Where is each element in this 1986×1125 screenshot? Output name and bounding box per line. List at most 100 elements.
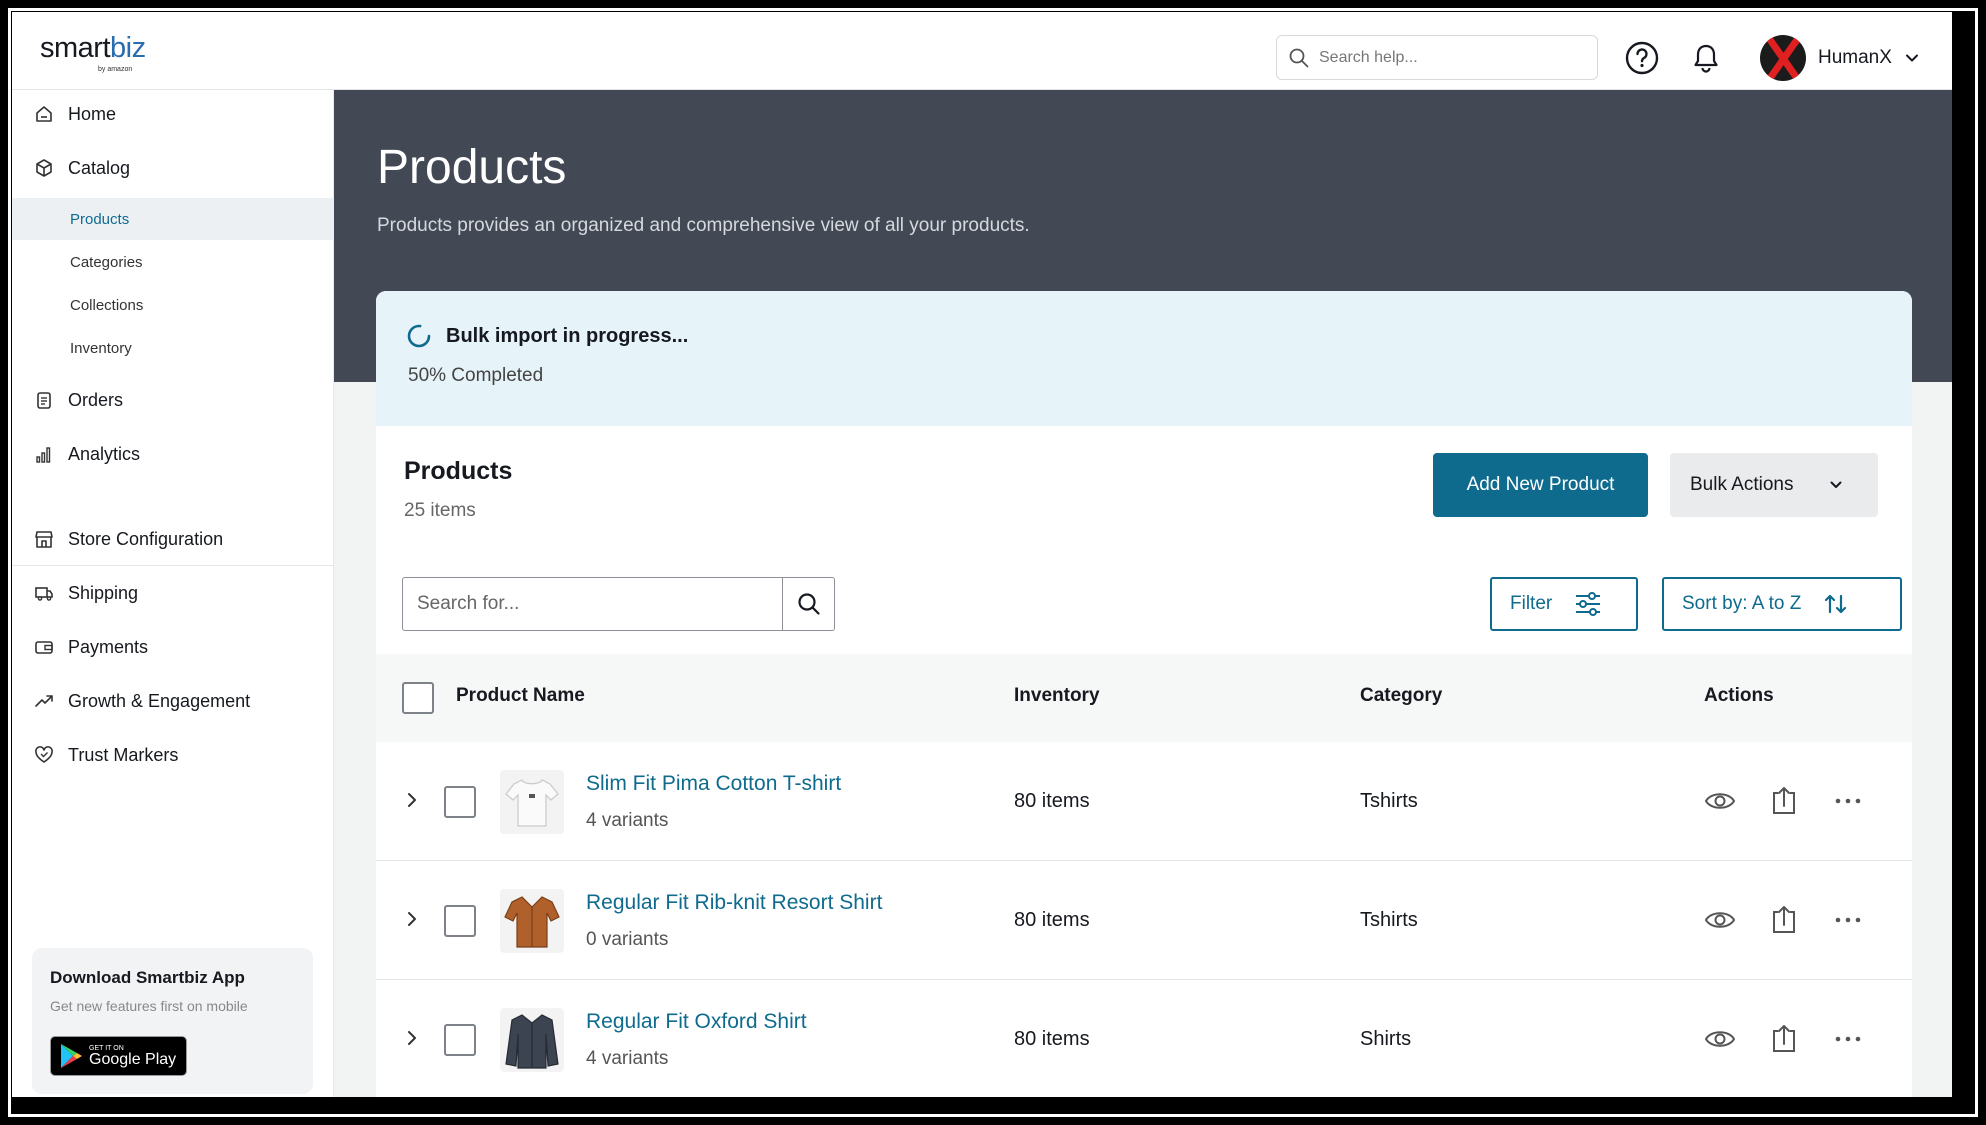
eye-icon[interactable] [1703,784,1737,818]
sidebar-item-analytics[interactable]: Analytics [12,433,334,475]
sidebar-item-label: Payments [68,636,149,657]
sidebar-item-trust-markers[interactable]: Trust Markers [12,734,334,776]
page-title: Products [377,141,567,194]
product-thumbnail [500,889,564,953]
product-inventory: 80 items [1014,1028,1090,1050]
product-category: Shirts [1360,1028,1412,1050]
sidebar-item-shipping[interactable]: Shipping [12,572,334,614]
product-category: Tshirts [1360,790,1418,812]
product-inventory: 80 items [1014,909,1090,931]
sidebar-subitem-categories[interactable]: Categories [12,241,334,283]
user-name: HumanX [1818,47,1892,68]
wallet-icon [35,641,53,654]
table-row: Regular Fit Rib-knit Resort Shirt 0 vari… [376,861,1912,980]
product-name-link[interactable]: Slim Fit Pima Cotton T-shirt [586,772,841,796]
column-header-inventory[interactable]: Inventory [1014,685,1100,707]
export-icon[interactable] [1767,1022,1801,1056]
app-card-subtitle: Get new features first on mobile [50,998,248,1014]
bulk-actions-button[interactable]: Bulk Actions [1670,453,1878,517]
section-title: Products [404,457,513,485]
user-menu[interactable]: HumanX [1760,34,1920,82]
table-row: Slim Fit Pima Cotton T-shirt 4 variants … [376,742,1912,861]
add-new-product-button[interactable]: Add New Product [1433,453,1648,517]
trending-up-icon [35,695,53,707]
product-variants: 4 variants [586,810,669,831]
filter-button[interactable]: Filter [1490,577,1638,631]
sidebar-subitem-products[interactable]: Products [12,198,334,240]
sidebar-item-orders[interactable]: Orders [12,379,334,421]
app-card-title: Download Smartbiz App [50,968,245,987]
export-icon[interactable] [1767,903,1801,937]
search-button[interactable] [782,578,834,630]
box-icon [36,159,52,177]
bar-chart-icon [36,447,51,463]
sidebar-item-label: Home [68,103,117,124]
navy-shirt-image [505,1014,559,1069]
search-icon [797,593,820,615]
avatar [1760,35,1806,81]
sidebar-item-growth-engagement[interactable]: Growth & Engagement [12,680,334,722]
sidebar-item-home[interactable]: Home [12,93,334,135]
chevron-right-icon[interactable] [404,909,420,929]
product-thumbnail [500,770,564,834]
google-play-big-text: Google Play [89,1050,177,1068]
sidebar-item-label: Store Configuration [68,528,224,549]
smartbiz-logo[interactable]: smartbiz by amazon [40,32,146,73]
product-search-input[interactable] [403,578,782,630]
sort-arrows-icon [1825,594,1847,614]
search-help-field[interactable]: Search help... [1276,35,1598,80]
eye-icon[interactable] [1703,903,1737,937]
sidebar-item-label: Analytics [68,443,141,464]
sidebar-item-label: Shipping [68,582,139,603]
row-checkbox[interactable] [444,1024,476,1056]
chevron-right-icon[interactable] [404,790,420,810]
sidebar-item-catalog[interactable]: Catalog [12,147,334,189]
column-header-category[interactable]: Category [1360,685,1442,707]
product-variants: 0 variants [586,929,669,950]
eye-icon[interactable] [1703,1022,1737,1056]
row-checkbox[interactable] [444,786,476,818]
download-app-card: Download Smartbiz App Get new features f… [32,948,313,1094]
more-options-icon[interactable] [1831,903,1865,937]
product-inventory: 80 items [1014,790,1090,812]
item-count: 25 items [404,500,476,521]
bell-icon[interactable] [1688,40,1724,76]
chevron-down-icon [1830,481,1841,488]
google-play-badge[interactable]: GET IT ON Google Play [50,1036,187,1076]
select-all-checkbox[interactable] [402,682,434,714]
export-icon[interactable] [1767,784,1801,818]
sidebar-item-store-configuration[interactable]: Store Configuration [12,518,334,560]
store-icon [35,531,53,548]
clipboard-icon [37,392,51,409]
table-header: Product Name Inventory Category Actions [376,654,1912,742]
search-icon [1289,48,1309,67]
help-icon[interactable] [1624,40,1660,76]
table-row: Regular Fit Oxford Shirt 4 variants 80 i… [376,980,1912,1097]
chevron-down-icon [1905,54,1918,62]
product-name-link[interactable]: Regular Fit Rib-knit Resort Shirt [586,891,882,915]
home-icon [36,106,52,122]
more-options-icon[interactable] [1831,784,1865,818]
product-category: Tshirts [1360,909,1418,931]
sort-label: Sort by: A to Z [1682,593,1802,614]
white-tshirt-image [505,779,559,827]
column-header-product-name[interactable]: Product Name [456,685,585,707]
sidebar-item-payments[interactable]: Payments [12,626,334,668]
banner-status: 50% Completed [408,365,544,386]
product-thumbnail [500,1008,564,1072]
search-help-placeholder: Search help... [1319,48,1418,66]
main-content: Products Products provides an organized … [334,90,1952,1097]
row-checkbox[interactable] [444,905,476,937]
sort-button[interactable]: Sort by: A to Z [1662,577,1902,631]
product-name-link[interactable]: Regular Fit Oxford Shirt [586,1010,807,1034]
products-panel: Bulk import in progress... 50% Completed… [376,291,1912,1097]
bulk-import-banner: Bulk import in progress... 50% Completed [376,291,1912,426]
sidebar-subitem-inventory[interactable]: Inventory [12,327,334,369]
sidebar-subitem-collections[interactable]: Collections [12,284,334,326]
more-options-icon[interactable] [1831,1022,1865,1056]
spinner-icon [407,324,431,348]
chevron-right-icon[interactable] [404,1028,420,1048]
filter-label: Filter [1510,593,1553,614]
banner-title: Bulk import in progress... [446,325,689,347]
sidebar-item-label: Catalog [68,157,131,178]
